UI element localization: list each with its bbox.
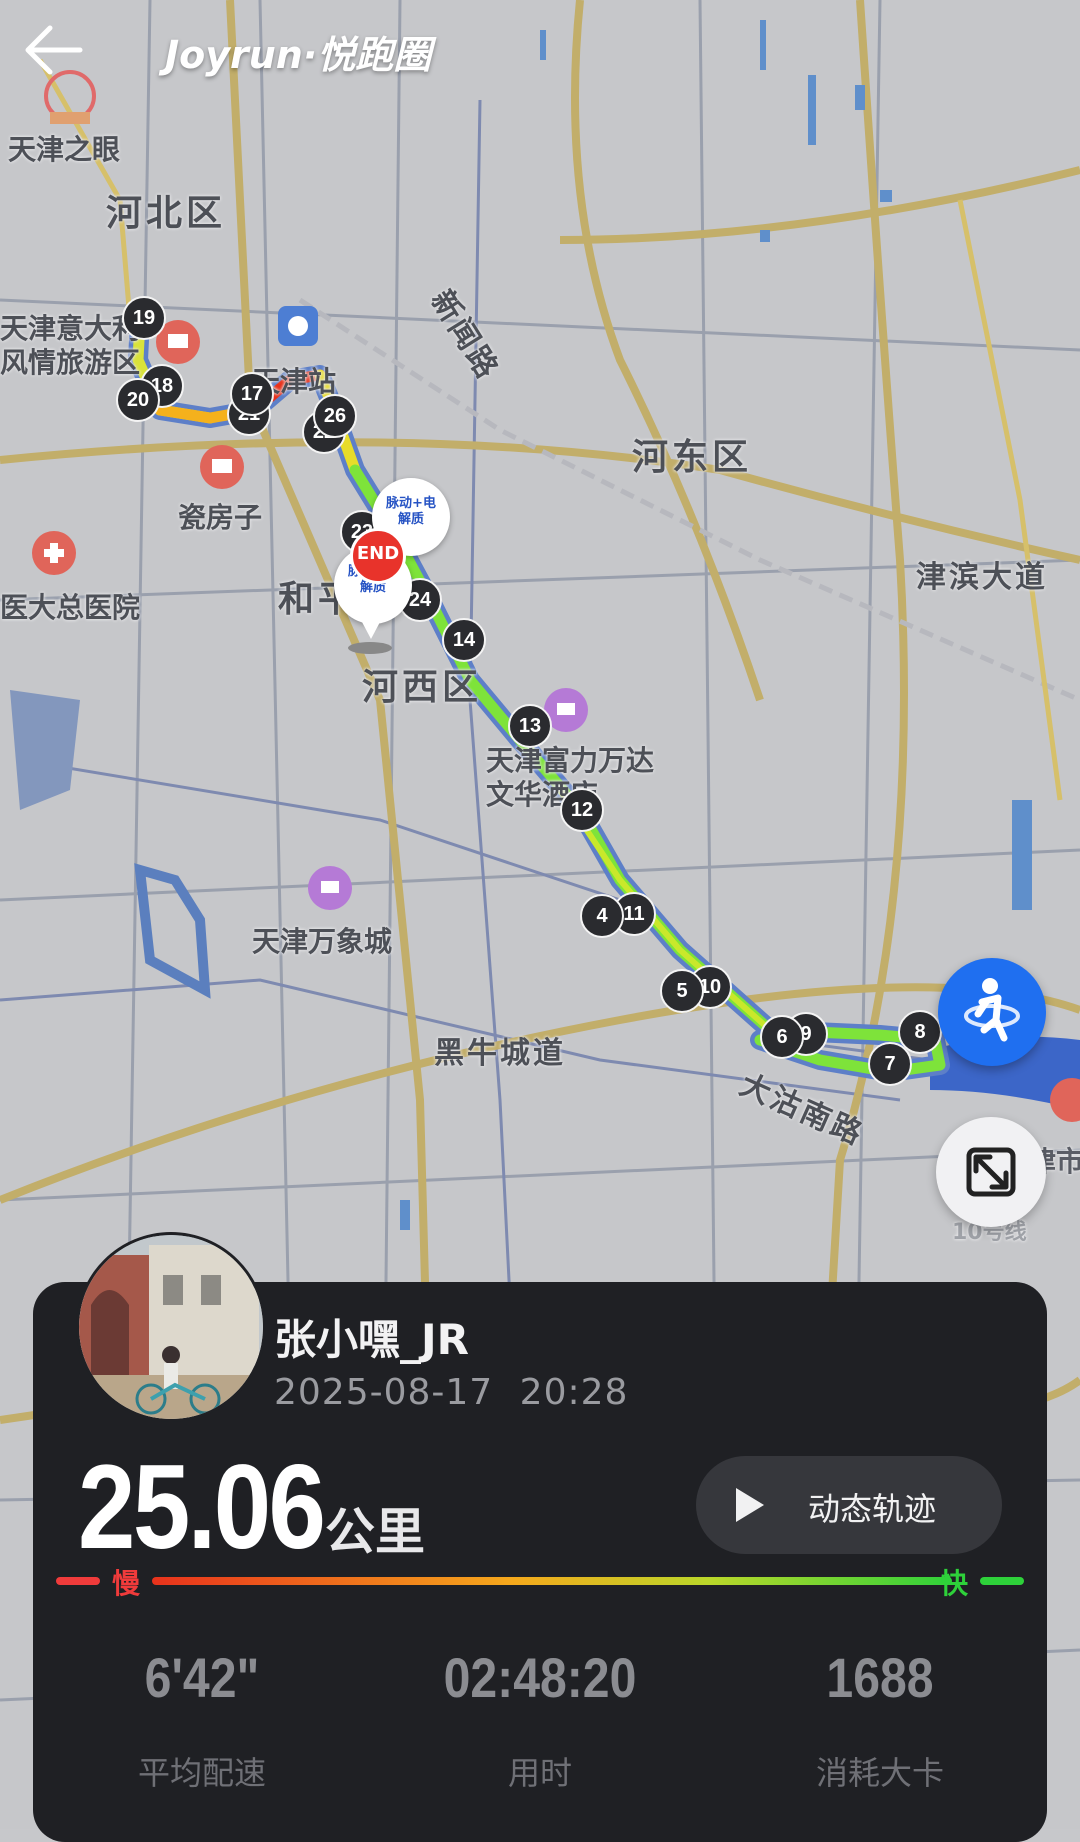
replay-track-label: 动态轨迹: [808, 1490, 937, 1528]
top-bar: Joyrun·悦跑圈: [0, 0, 1080, 100]
stat-duration: 02:48:20 用时: [390, 1645, 690, 1794]
map-poi-label: 瓷房子: [178, 501, 263, 534]
play-icon: [736, 1488, 764, 1522]
expand-icon: [966, 1147, 1016, 1197]
km-marker: 7: [868, 1042, 912, 1086]
map-pin-icon: [360, 607, 382, 640]
map-street-label: 黑牛城道: [434, 1036, 566, 1071]
map-poi-label: 天津之眼: [8, 133, 121, 166]
sponsor-badge-label: 脉动+电解质: [386, 496, 436, 527]
km-marker: 6: [760, 1015, 804, 1059]
map-district-label: 河东区: [632, 437, 753, 478]
km-marker: 20: [116, 378, 160, 422]
distance-unit: 公里: [325, 1503, 425, 1561]
runner-mode-button[interactable]: [938, 958, 1046, 1066]
km-marker: 14: [442, 618, 486, 662]
pace-fast-label: 快: [940, 1567, 969, 1600]
km-marker: 12: [560, 788, 604, 832]
km-marker: 5: [660, 969, 704, 1013]
run-datetime: 2025-08-17 20:28: [274, 1372, 629, 1413]
stat-label: 用时: [507, 1754, 572, 1792]
stat-label: 消耗大卡: [815, 1754, 944, 1792]
km-marker: 13: [508, 704, 552, 748]
username[interactable]: 张小嘿_JR: [274, 1306, 469, 1367]
map-poi-label: 医大总医院: [0, 591, 141, 624]
expand-button[interactable]: [936, 1117, 1046, 1227]
map-district-label: 河北区: [106, 193, 227, 234]
km-marker: 17: [230, 372, 274, 416]
km-marker: 4: [580, 894, 624, 938]
avatar[interactable]: [79, 1235, 263, 1419]
map-district-label: 河西区: [362, 667, 483, 708]
brand-logo: Joyrun·悦跑圈: [165, 33, 432, 77]
runner-icon: [964, 978, 1020, 1042]
stat-value: 1688: [826, 1646, 934, 1709]
map-street-label: 津滨大道: [916, 560, 1048, 595]
back-arrow-icon[interactable]: [22, 22, 84, 78]
stat-calories: 1688 消耗大卡: [730, 1645, 1030, 1794]
end-marker-label: END: [356, 543, 400, 564]
stat-label: 平均配速: [137, 1754, 266, 1792]
pace-legend-bar: [56, 1577, 1024, 1585]
km-marker: 19: [122, 296, 166, 340]
map-poi-label: 天津万象城: [252, 925, 393, 958]
distance-value: 25.06: [78, 1440, 326, 1574]
stat-value: 6'42": [144, 1646, 260, 1709]
km-marker: 26: [313, 394, 357, 438]
stat-avg-pace: 6'42" 平均配速: [52, 1645, 352, 1794]
end-marker[interactable]: END: [350, 528, 406, 584]
pace-slow-label: 慢: [112, 1567, 141, 1600]
replay-track-button[interactable]: 动态轨迹: [696, 1456, 1002, 1554]
stat-value: 02:48:20: [443, 1646, 637, 1709]
